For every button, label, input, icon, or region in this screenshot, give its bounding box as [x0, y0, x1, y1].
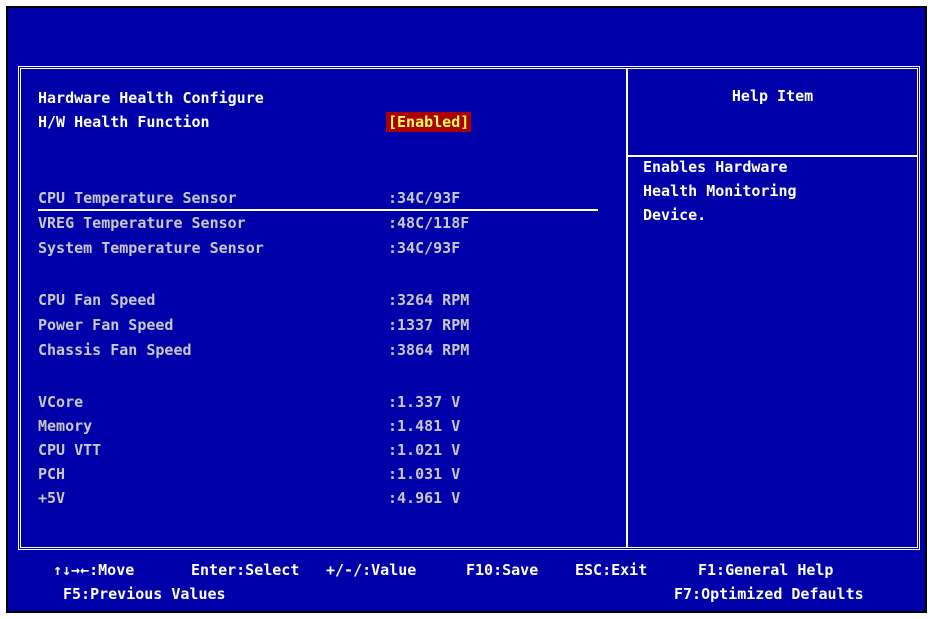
footer-general-help: F1:General Help [698, 561, 834, 579]
power-fan-value: :1337 RPM [388, 316, 470, 334]
help-divider [626, 69, 628, 547]
vreg-temperature-label: VREG Temperature Sensor [38, 214, 246, 232]
chassis-fan-value: :3864 RPM [388, 341, 470, 359]
system-temperature-value: :34C/93F [388, 239, 461, 257]
help-line: Enables Hardware [643, 158, 788, 176]
plus5v-label: +5V [38, 489, 66, 507]
memory-voltage-value: :1.481 V [388, 417, 461, 435]
footer-optimized-defaults: F7:Optimized Defaults [674, 585, 864, 603]
footer-previous-values: F5:Previous Values [63, 585, 226, 603]
footer-exit: ESC:Exit [575, 561, 648, 579]
chassis-fan-label: Chassis Fan Speed [38, 341, 192, 359]
memory-voltage-label: Memory [38, 417, 93, 435]
footer-select: Enter:Select [191, 561, 300, 579]
cpu-temperature-value: :34C/93F [388, 189, 461, 207]
plus5v-value: :4.961 V [388, 489, 461, 507]
help-line: Device. [643, 206, 707, 224]
help-line: Health Monitoring [643, 182, 797, 200]
cpu-vtt-label: CPU VTT [38, 441, 102, 459]
cpu-temperature-label: CPU Temperature Sensor [38, 189, 237, 207]
separator-line [38, 209, 598, 211]
vreg-temperature-value: :48C/118F [388, 214, 470, 232]
footer-move: ↑↓→←:Move [53, 561, 135, 579]
help-text: Enables Hardware Health Monitoring Devic… [643, 155, 873, 227]
cpu-fan-label: CPU Fan Speed [38, 291, 156, 309]
system-temperature-label: System Temperature Sensor [38, 239, 264, 257]
footer-value: +/-/:Value [326, 561, 417, 579]
vcore-label: VCore [38, 393, 84, 411]
footer-save: F10:Save [466, 561, 539, 579]
main-panel: Hardware Health Configure H/W Health Fun… [18, 66, 920, 550]
bios-screen: Hardware Health Configure H/W Health Fun… [6, 6, 927, 613]
pch-voltage-label: PCH [38, 465, 66, 483]
help-title: Help Item [731, 87, 814, 105]
vcore-value: :1.337 V [388, 393, 461, 411]
cpu-vtt-value: :1.021 V [388, 441, 461, 459]
pch-voltage-value: :1.031 V [388, 465, 461, 483]
cpu-fan-value: :3264 RPM [388, 291, 470, 309]
power-fan-label: Power Fan Speed [38, 316, 174, 334]
section-title: Hardware Health Configure [38, 89, 264, 107]
hw-health-function-value[interactable]: [Enabled] [386, 112, 472, 132]
hw-health-function-label[interactable]: H/W Health Function [38, 113, 210, 131]
